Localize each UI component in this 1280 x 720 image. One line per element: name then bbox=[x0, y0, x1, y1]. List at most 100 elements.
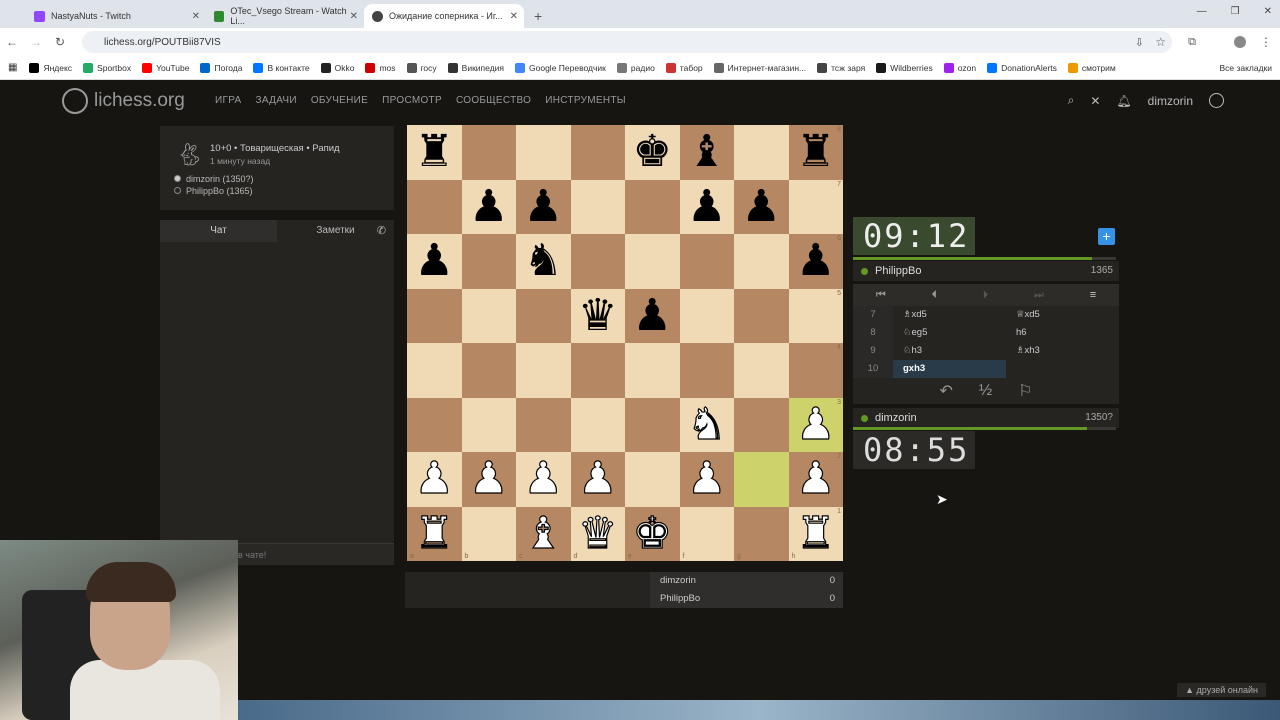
square-b1[interactable]: b bbox=[461, 506, 516, 561]
bookmark-item[interactable]: табор bbox=[665, 62, 703, 73]
black-knight-icon[interactable]: ♞ bbox=[524, 239, 563, 283]
black-player[interactable]: PhilippBo (1365) bbox=[186, 186, 253, 196]
square-d7[interactable] bbox=[570, 179, 625, 234]
black-rook-icon[interactable]: ♜ bbox=[796, 130, 835, 174]
square-c2[interactable]: ♟ bbox=[516, 452, 571, 507]
black-move[interactable]: ♗xh3 bbox=[1006, 342, 1119, 360]
square-a5[interactable] bbox=[407, 288, 462, 343]
white-move[interactable]: ♗xd5 bbox=[893, 306, 1006, 324]
square-f4[interactable] bbox=[679, 343, 734, 398]
square-a4[interactable] bbox=[407, 343, 462, 398]
white-move[interactable]: ♘h3 bbox=[893, 342, 1006, 360]
white-player[interactable]: dimzorin (1350?) bbox=[186, 174, 254, 184]
black-queen-icon[interactable]: ♛ bbox=[578, 293, 617, 338]
takeback-icon[interactable]: ↶ bbox=[939, 381, 952, 401]
square-g1[interactable]: g bbox=[734, 506, 789, 561]
profile-icon[interactable] bbox=[1234, 36, 1246, 48]
black-move[interactable]: ♕xd5 bbox=[1006, 306, 1119, 324]
hamburger-icon[interactable]: ≡ bbox=[1090, 289, 1096, 301]
square-g3[interactable] bbox=[734, 397, 789, 452]
apps-icon[interactable]: ▦ bbox=[8, 62, 17, 73]
prev-move-icon[interactable]: ⏴ bbox=[932, 289, 938, 302]
first-move-icon[interactable]: ⏮ bbox=[876, 289, 886, 302]
white-rook-icon[interactable]: ♜ bbox=[795, 511, 836, 556]
opponent-name[interactable]: PhilippBo bbox=[875, 265, 921, 277]
white-pawn-icon[interactable]: ♟ bbox=[795, 456, 836, 501]
bookmark-item[interactable]: радио bbox=[616, 62, 655, 73]
tab-twitch[interactable]: NastyaNuts - Twitch ✕ bbox=[26, 4, 206, 28]
black-move[interactable]: h6 bbox=[1006, 324, 1119, 342]
square-d3[interactable] bbox=[570, 397, 625, 452]
bookmark-item[interactable]: Okko bbox=[320, 62, 354, 73]
black-king-icon[interactable]: ♚ bbox=[633, 130, 672, 174]
white-pawn-icon[interactable]: ♟ bbox=[523, 456, 564, 501]
white-pawn-icon[interactable]: ♟ bbox=[577, 456, 618, 501]
avatar-icon[interactable] bbox=[1209, 93, 1224, 108]
nav-watch[interactable]: ПРОСМОТР bbox=[382, 95, 442, 106]
square-c5[interactable] bbox=[516, 288, 571, 343]
bookmark-item[interactable]: Погода bbox=[200, 62, 242, 73]
square-b2[interactable]: ♟ bbox=[461, 452, 516, 507]
square-b7[interactable]: ♟ bbox=[461, 179, 516, 234]
square-h4[interactable]: 4 bbox=[788, 343, 843, 398]
bookmark-item[interactable]: Sportbox bbox=[83, 62, 131, 73]
square-f2[interactable]: ♟ bbox=[679, 452, 734, 507]
square-c1[interactable]: ♝ c bbox=[516, 506, 571, 561]
close-icon[interactable]: ✕ bbox=[510, 11, 518, 22]
square-c4[interactable] bbox=[516, 343, 571, 398]
bookmark-item[interactable]: смотрим bbox=[1067, 62, 1116, 73]
player-name[interactable]: dimzorin bbox=[875, 412, 917, 424]
black-pawn-icon[interactable]: ♟ bbox=[742, 184, 781, 229]
tab-chat[interactable]: Чат bbox=[160, 220, 277, 242]
resign-flag-icon[interactable]: ⚐ bbox=[1018, 381, 1032, 401]
square-h1[interactable]: ♜ 1 h bbox=[788, 506, 843, 561]
url-input[interactable]: lichess.org/POUTBii87VIS bbox=[82, 31, 1172, 53]
white-pawn-icon[interactable]: ♟ bbox=[686, 456, 727, 501]
square-h6[interactable]: ♟ 6 bbox=[788, 234, 843, 289]
bookmark-item[interactable]: ozon bbox=[943, 62, 976, 73]
black-pawn-icon[interactable]: ♟ bbox=[415, 239, 454, 283]
square-h3[interactable]: ♟ 3 bbox=[788, 397, 843, 452]
square-g5[interactable] bbox=[734, 288, 789, 343]
square-f6[interactable] bbox=[679, 234, 734, 289]
extensions-icon[interactable]: ⧉ bbox=[1188, 36, 1196, 49]
close-icon[interactable]: ✕ bbox=[350, 11, 358, 22]
square-d4[interactable] bbox=[570, 343, 625, 398]
square-d6[interactable] bbox=[570, 234, 625, 289]
square-f8[interactable]: ♝ bbox=[679, 125, 734, 180]
square-g2[interactable] bbox=[734, 452, 789, 507]
square-e8[interactable]: ♚ bbox=[625, 125, 680, 180]
nav-tools[interactable]: ИНСТРУМЕНТЫ bbox=[545, 95, 626, 106]
white-rook-icon[interactable]: ♜ bbox=[414, 511, 455, 556]
square-h8[interactable]: ♜ 8 bbox=[788, 125, 843, 180]
white-pawn-icon[interactable]: ♟ bbox=[795, 402, 836, 447]
bell-icon[interactable]: 🔔︎ bbox=[1116, 94, 1131, 108]
black-pawn-icon[interactable]: ♟ bbox=[469, 184, 508, 229]
forward-icon[interactable]: → bbox=[24, 35, 48, 49]
square-d5[interactable]: ♛ bbox=[570, 288, 625, 343]
white-pawn-icon[interactable]: ♟ bbox=[414, 456, 455, 501]
square-f3[interactable]: ♞ bbox=[679, 397, 734, 452]
friends-online[interactable]: ▲ друзей онлайн bbox=[1177, 683, 1266, 697]
square-b4[interactable] bbox=[461, 343, 516, 398]
square-h5[interactable]: 5 bbox=[788, 288, 843, 343]
add-time-icon[interactable]: + bbox=[1098, 228, 1115, 245]
square-a3[interactable] bbox=[407, 397, 462, 452]
white-knight-icon[interactable]: ♞ bbox=[686, 402, 727, 447]
square-f5[interactable] bbox=[679, 288, 734, 343]
square-b8[interactable] bbox=[461, 125, 516, 180]
back-icon[interactable]: ← bbox=[0, 35, 24, 49]
square-a2[interactable]: ♟ bbox=[407, 452, 462, 507]
white-move[interactable]: ♘eg5 bbox=[893, 324, 1006, 342]
new-tab-button[interactable]: + bbox=[534, 8, 542, 24]
reload-icon[interactable]: ↻ bbox=[48, 35, 72, 49]
user-menu[interactable]: dimzorin bbox=[1148, 94, 1193, 108]
square-g7[interactable]: ♟ bbox=[734, 179, 789, 234]
black-rook-icon[interactable]: ♜ bbox=[415, 130, 454, 174]
square-g6[interactable] bbox=[734, 234, 789, 289]
bookmark-item[interactable]: Википедия bbox=[447, 62, 504, 73]
square-b3[interactable] bbox=[461, 397, 516, 452]
nav-learn[interactable]: ОБУЧЕНИЕ bbox=[311, 95, 368, 106]
square-d8[interactable] bbox=[570, 125, 625, 180]
bookmark-item[interactable]: DonationAlerts bbox=[987, 62, 1057, 73]
